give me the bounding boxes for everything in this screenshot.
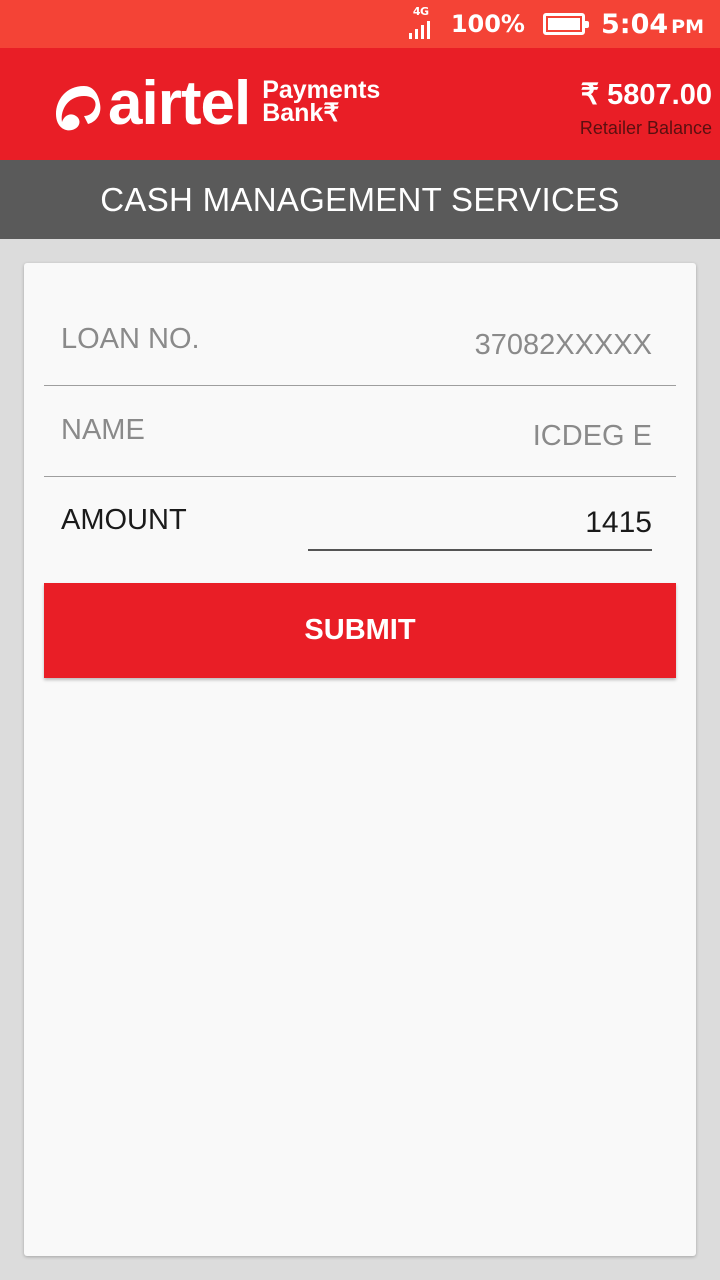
submit-button[interactable]: SUBMIT bbox=[44, 583, 676, 678]
name-value: ICDEG E bbox=[532, 420, 652, 452]
clock: 5:04 PM bbox=[601, 9, 704, 40]
amount-label: AMOUNT bbox=[61, 504, 187, 536]
network-type: 4G bbox=[412, 5, 429, 18]
page-title: CASH MANAGEMENT SERVICES bbox=[100, 180, 620, 218]
loan-number-row: LOAN NO. 37082XXXXX bbox=[44, 303, 676, 386]
loan-payment-card: LOAN NO. 37082XXXXX NAME ICDEG E AMOUNT … bbox=[24, 263, 696, 1256]
name-label: NAME bbox=[61, 414, 145, 446]
balance-amount: ₹ 5807.00 bbox=[580, 79, 712, 111]
brand-sub-line2: Bank₹ bbox=[262, 99, 340, 127]
clock-time: 5:04 bbox=[600, 8, 669, 40]
name-row: NAME ICDEG E bbox=[44, 386, 676, 477]
loan-number-value: 37082XXXXX bbox=[474, 329, 652, 361]
battery-icon bbox=[542, 13, 589, 35]
signal-icon: 4G bbox=[408, 5, 437, 41]
clock-ampm: PM bbox=[671, 15, 704, 38]
airtel-payments-bank-logo: airtel Payments Bank₹ bbox=[54, 69, 380, 138]
app-header: airtel Payments Bank₹ ₹ 5807.00 Retailer… bbox=[0, 48, 720, 160]
retailer-balance: ₹ 5807.00 Retailer Balance bbox=[580, 78, 712, 139]
status-bar: 4G 100% 5:04 PM bbox=[0, 0, 720, 48]
amount-input[interactable] bbox=[308, 497, 652, 551]
loan-number-label: LOAN NO. bbox=[61, 323, 200, 355]
battery-percent: 100% bbox=[450, 10, 525, 38]
amount-row: AMOUNT bbox=[44, 477, 676, 557]
page-title-bar: CASH MANAGEMENT SERVICES bbox=[0, 160, 720, 239]
brand-word: airtel bbox=[108, 69, 251, 138]
airtel-swirl-icon bbox=[56, 86, 101, 131]
brand-subtitle: Payments Bank₹ bbox=[262, 78, 380, 127]
balance-label: Retailer Balance bbox=[579, 118, 712, 138]
